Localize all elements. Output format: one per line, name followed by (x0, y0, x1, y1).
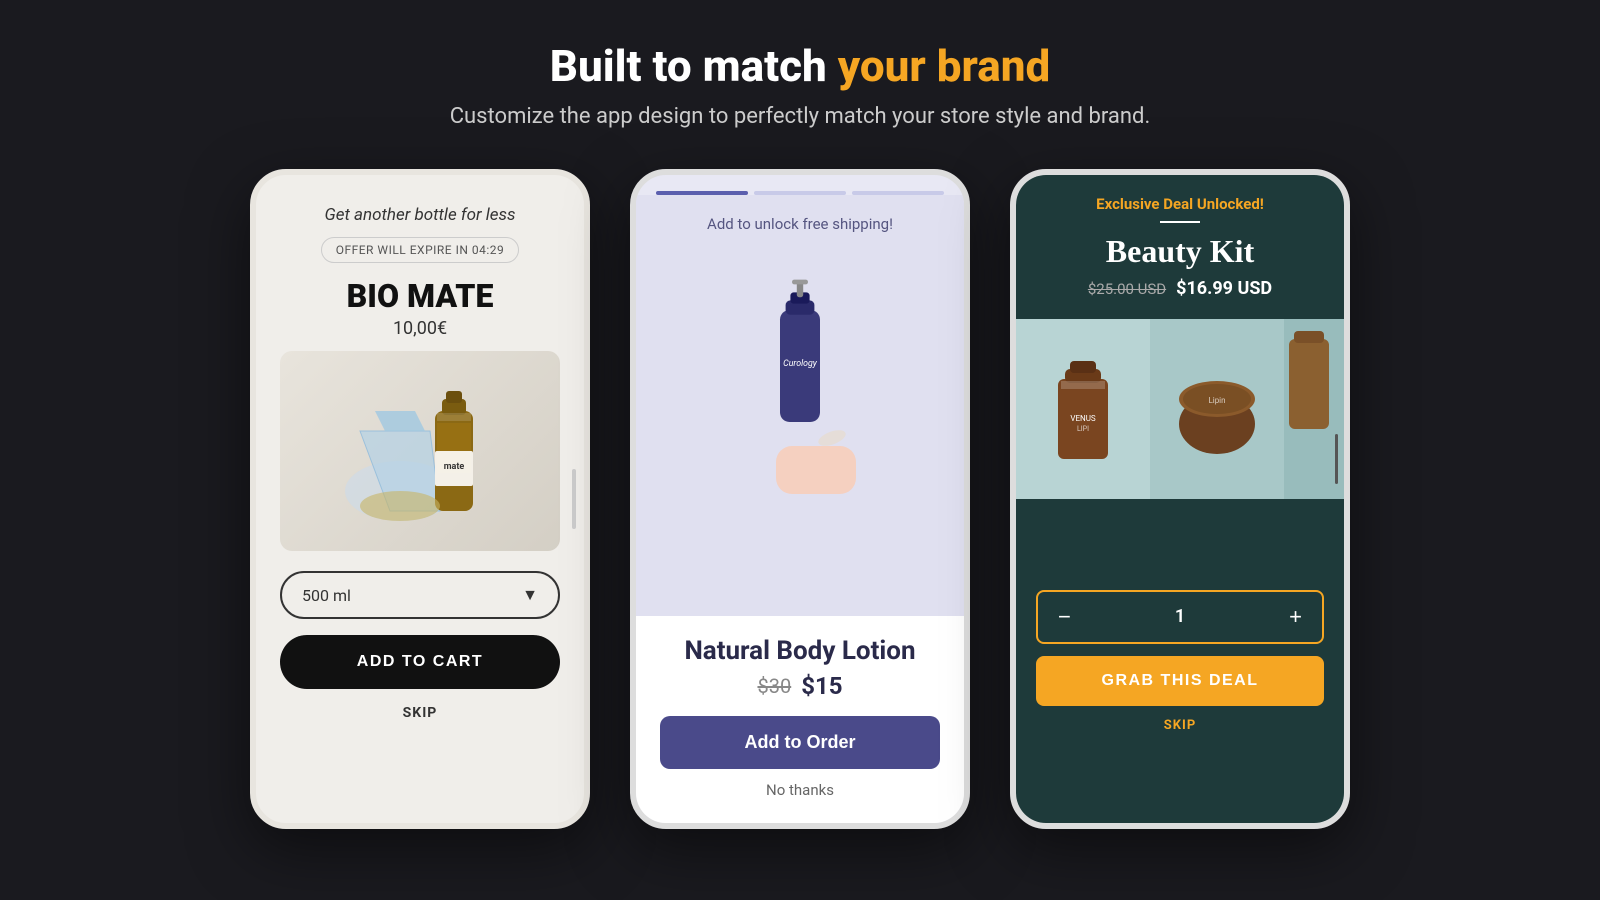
title-part1: Built to match (550, 40, 838, 92)
chevron-down-icon: ▼ (522, 585, 538, 605)
header-divider (1160, 221, 1200, 223)
svg-text:mate: mate (444, 462, 465, 472)
kit-image-left: VENUS LIPI (1016, 319, 1150, 499)
skip-link-phone3[interactable]: SKIP (1164, 718, 1196, 733)
kit-image-right: Lipin (1150, 319, 1284, 499)
unlock-text: Add to unlock free shipping! (636, 215, 964, 233)
svg-text:LIPI: LIPI (1077, 425, 1089, 433)
product-name-bio: BIO MATE (347, 279, 494, 314)
svg-text:Lipin: Lipin (1208, 396, 1225, 405)
product-image-bio: mate (280, 351, 560, 551)
phone-1-upsell: Get another bottle for less OFFER WILL E… (250, 169, 590, 829)
kit-price-old: $25.00 USD (1088, 280, 1166, 298)
add-to-cart-button[interactable]: ADD TO CART (280, 635, 560, 689)
lotion-price-row: $30 $15 (757, 672, 842, 700)
skip-link-phone1[interactable]: SKIP (403, 705, 438, 721)
quantity-row: − 1 + (1036, 590, 1324, 644)
kit-product-images: VENUS LIPI Lipin (1016, 319, 1344, 499)
size-label: 500 ml (302, 586, 351, 605)
svg-text:VENUS: VENUS (1070, 414, 1096, 423)
phone-3-beauty-kit: Exclusive Deal Unlocked! Beauty Kit $25.… (1010, 169, 1350, 829)
lotion-bottom-card: Natural Body Lotion $30 $15 Add to Order… (636, 616, 964, 823)
offer-countdown: OFFER WILL EXPIRE IN 04:29 (321, 237, 520, 263)
beauty-kit-header: Exclusive Deal Unlocked! Beauty Kit $25.… (1016, 175, 1344, 319)
add-to-order-button[interactable]: Add to Order (660, 716, 940, 769)
kit-price-row: $25.00 USD $16.99 USD (1088, 278, 1272, 299)
scrollbar-phone3 (1335, 434, 1338, 484)
phones-showcase: Get another bottle for less OFFER WILL E… (250, 169, 1350, 829)
qty-minus-button[interactable]: − (1038, 592, 1091, 642)
no-thanks-link[interactable]: No thanks (766, 781, 834, 799)
grab-deal-button[interactable]: GRAB THIS DEAL (1036, 656, 1324, 706)
kit-price-new: $16.99 USD (1176, 278, 1272, 299)
promo-text: Get another bottle for less (324, 205, 515, 225)
title-accent: your brand (838, 40, 1051, 92)
size-dropdown[interactable]: 500 ml ▼ (280, 571, 560, 619)
subtitle: Customize the app design to perfectly ma… (450, 104, 1151, 129)
main-title: Built to match your brand (450, 40, 1151, 92)
kit-bottom-card: − 1 + GRAB THIS DEAL SKIP (1016, 499, 1344, 823)
page-header: Built to match your brand Customize the … (450, 40, 1151, 129)
scrollbar-phone1 (572, 469, 576, 529)
product-price-bio: 10,00€ (393, 318, 447, 339)
svg-text:Curology: Curology (783, 359, 818, 369)
lotion-title: Natural Body Lotion (684, 636, 915, 666)
phone-2-shipping: Add to unlock free shipping! Curology (630, 169, 970, 829)
progress-bar (636, 175, 964, 195)
lotion-price-new: $15 (801, 672, 842, 700)
lotion-image-area: Add to unlock free shipping! Curology (636, 195, 964, 616)
qty-value: 1 (1091, 606, 1269, 627)
qty-plus-button[interactable]: + (1269, 592, 1322, 642)
lotion-price-old: $30 (757, 674, 791, 698)
exclusive-label: Exclusive Deal Unlocked! (1096, 195, 1264, 213)
kit-title: Beauty Kit (1106, 233, 1254, 270)
